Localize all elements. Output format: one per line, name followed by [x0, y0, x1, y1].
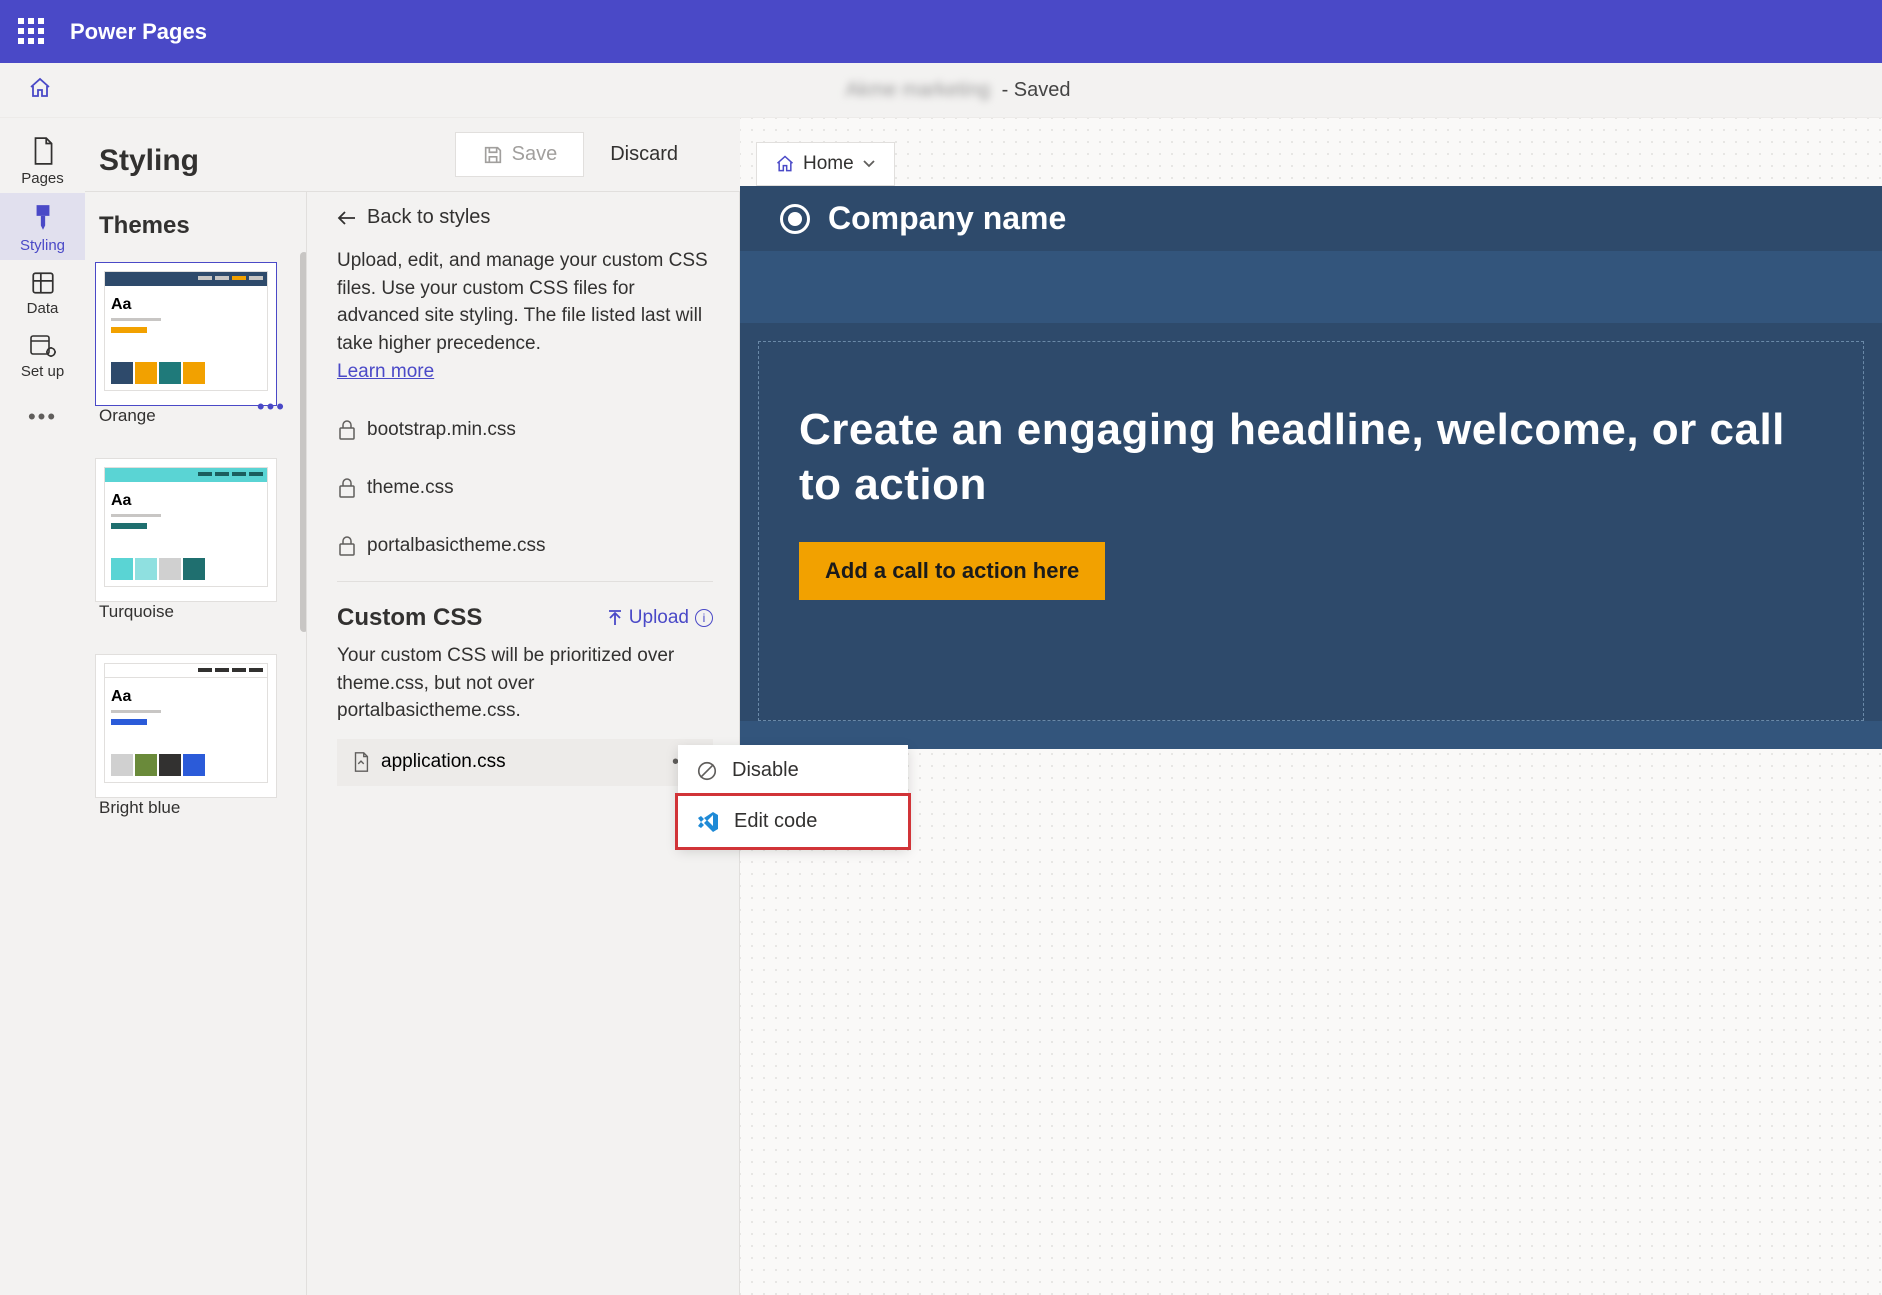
- theme-name: Bright blue: [95, 798, 296, 818]
- custom-file-name: application.css: [381, 751, 506, 773]
- custom-file-row[interactable]: application.css •••: [337, 739, 713, 786]
- ctx-disable-label: Disable: [732, 759, 799, 782]
- locked-file-row: portalbasictheme.css: [337, 517, 713, 575]
- chevron-down-icon: [862, 157, 876, 171]
- vscode-icon: [696, 811, 720, 833]
- themes-panel: Themes: [85, 192, 307, 1295]
- left-rail: Pages Styling Data Set up •••: [0, 118, 85, 1295]
- app-title: Power Pages: [70, 19, 207, 45]
- preview-company-name: Company name: [828, 200, 1066, 237]
- arrow-left-icon: [337, 210, 357, 226]
- learn-more-link[interactable]: Learn more: [337, 361, 434, 383]
- file-name: theme.css: [367, 477, 454, 499]
- save-button[interactable]: Save: [455, 132, 585, 177]
- preview-cta-button[interactable]: Add a call to action here: [799, 542, 1105, 600]
- theme-card-orange[interactable]: Aa: [95, 262, 277, 406]
- upload-button[interactable]: Upload i: [607, 607, 713, 629]
- discard-button[interactable]: Discard: [584, 132, 704, 177]
- top-bar: Power Pages: [0, 0, 1882, 63]
- preview-headline: Create an engaging headline, welcome, or…: [799, 402, 1823, 512]
- preview-footer-band: [740, 721, 1882, 749]
- rail-item-pages[interactable]: Pages: [0, 126, 85, 193]
- file-icon: [351, 751, 371, 773]
- custom-css-description: Your custom CSS will be prioritized over…: [337, 642, 713, 725]
- file-name: bootstrap.min.css: [367, 419, 516, 441]
- back-label: Back to styles: [367, 206, 490, 229]
- theme-name: Turquoise: [95, 602, 296, 622]
- breadcrumb-label: Home: [803, 153, 854, 175]
- page-title: Styling: [99, 144, 199, 178]
- upload-label: Upload: [629, 607, 689, 629]
- second-bar: Akme marketing - Saved: [0, 63, 1882, 118]
- rail-label: Data: [0, 300, 85, 317]
- styling-header-row: Styling Save Discard: [85, 118, 740, 192]
- theme-card-brightblue[interactable]: Aa: [95, 654, 277, 798]
- home-icon[interactable]: [28, 76, 52, 105]
- preview-breadcrumb-home[interactable]: Home: [756, 142, 895, 186]
- save-status: - Saved: [1002, 79, 1071, 101]
- rail-label: Pages: [0, 170, 85, 187]
- locked-file-row: bootstrap.min.css: [337, 401, 713, 459]
- custom-css-heading: Custom CSS: [337, 604, 482, 632]
- lock-icon: [337, 419, 357, 441]
- rail-more-icon[interactable]: •••: [0, 386, 85, 448]
- divider: [337, 581, 713, 582]
- lock-icon: [337, 535, 357, 557]
- theme-more-icon[interactable]: •••: [257, 394, 286, 420]
- file-context-menu: Disable Edit code: [678, 745, 908, 847]
- back-to-styles-link[interactable]: Back to styles: [337, 200, 713, 247]
- themes-heading: Themes: [85, 192, 306, 252]
- ctx-edit-code-label: Edit code: [734, 810, 817, 833]
- discard-label: Discard: [610, 143, 678, 166]
- css-description: Upload, edit, and manage your custom CSS…: [337, 247, 713, 357]
- ctx-disable[interactable]: Disable: [678, 745, 908, 796]
- disable-icon: [696, 760, 718, 782]
- app-launcher-icon[interactable]: [18, 18, 46, 46]
- preview-logo-icon: [780, 204, 810, 234]
- preview-panel: Home Company name Create an engaging hea…: [740, 118, 1882, 1295]
- rail-item-data[interactable]: Data: [0, 260, 85, 323]
- upload-icon: [607, 609, 623, 627]
- lock-icon: [337, 477, 357, 499]
- ctx-edit-code[interactable]: Edit code: [675, 793, 911, 850]
- locked-file-row: theme.css: [337, 459, 713, 517]
- rail-item-styling[interactable]: Styling: [0, 193, 85, 260]
- home-icon: [775, 154, 795, 174]
- css-detail-panel: Back to styles Upload, edit, and manage …: [307, 192, 740, 1295]
- file-name: portalbasictheme.css: [367, 535, 545, 557]
- preview-site-header: Company name: [740, 186, 1882, 251]
- site-name-blurred: Akme marketing: [846, 79, 991, 101]
- theme-card-turquoise[interactable]: Aa: [95, 458, 277, 602]
- preview-nav-band: [740, 251, 1882, 323]
- rail-label: Styling: [0, 237, 85, 254]
- info-icon[interactable]: i: [695, 609, 713, 627]
- rail-item-setup[interactable]: Set up: [0, 323, 85, 386]
- save-label: Save: [512, 143, 558, 166]
- preview-hero: Create an engaging headline, welcome, or…: [758, 341, 1864, 721]
- save-icon: [482, 144, 504, 166]
- scrollbar-thumb[interactable]: [300, 252, 306, 632]
- site-status: Akme marketing - Saved: [62, 79, 1854, 102]
- rail-label: Set up: [0, 363, 85, 380]
